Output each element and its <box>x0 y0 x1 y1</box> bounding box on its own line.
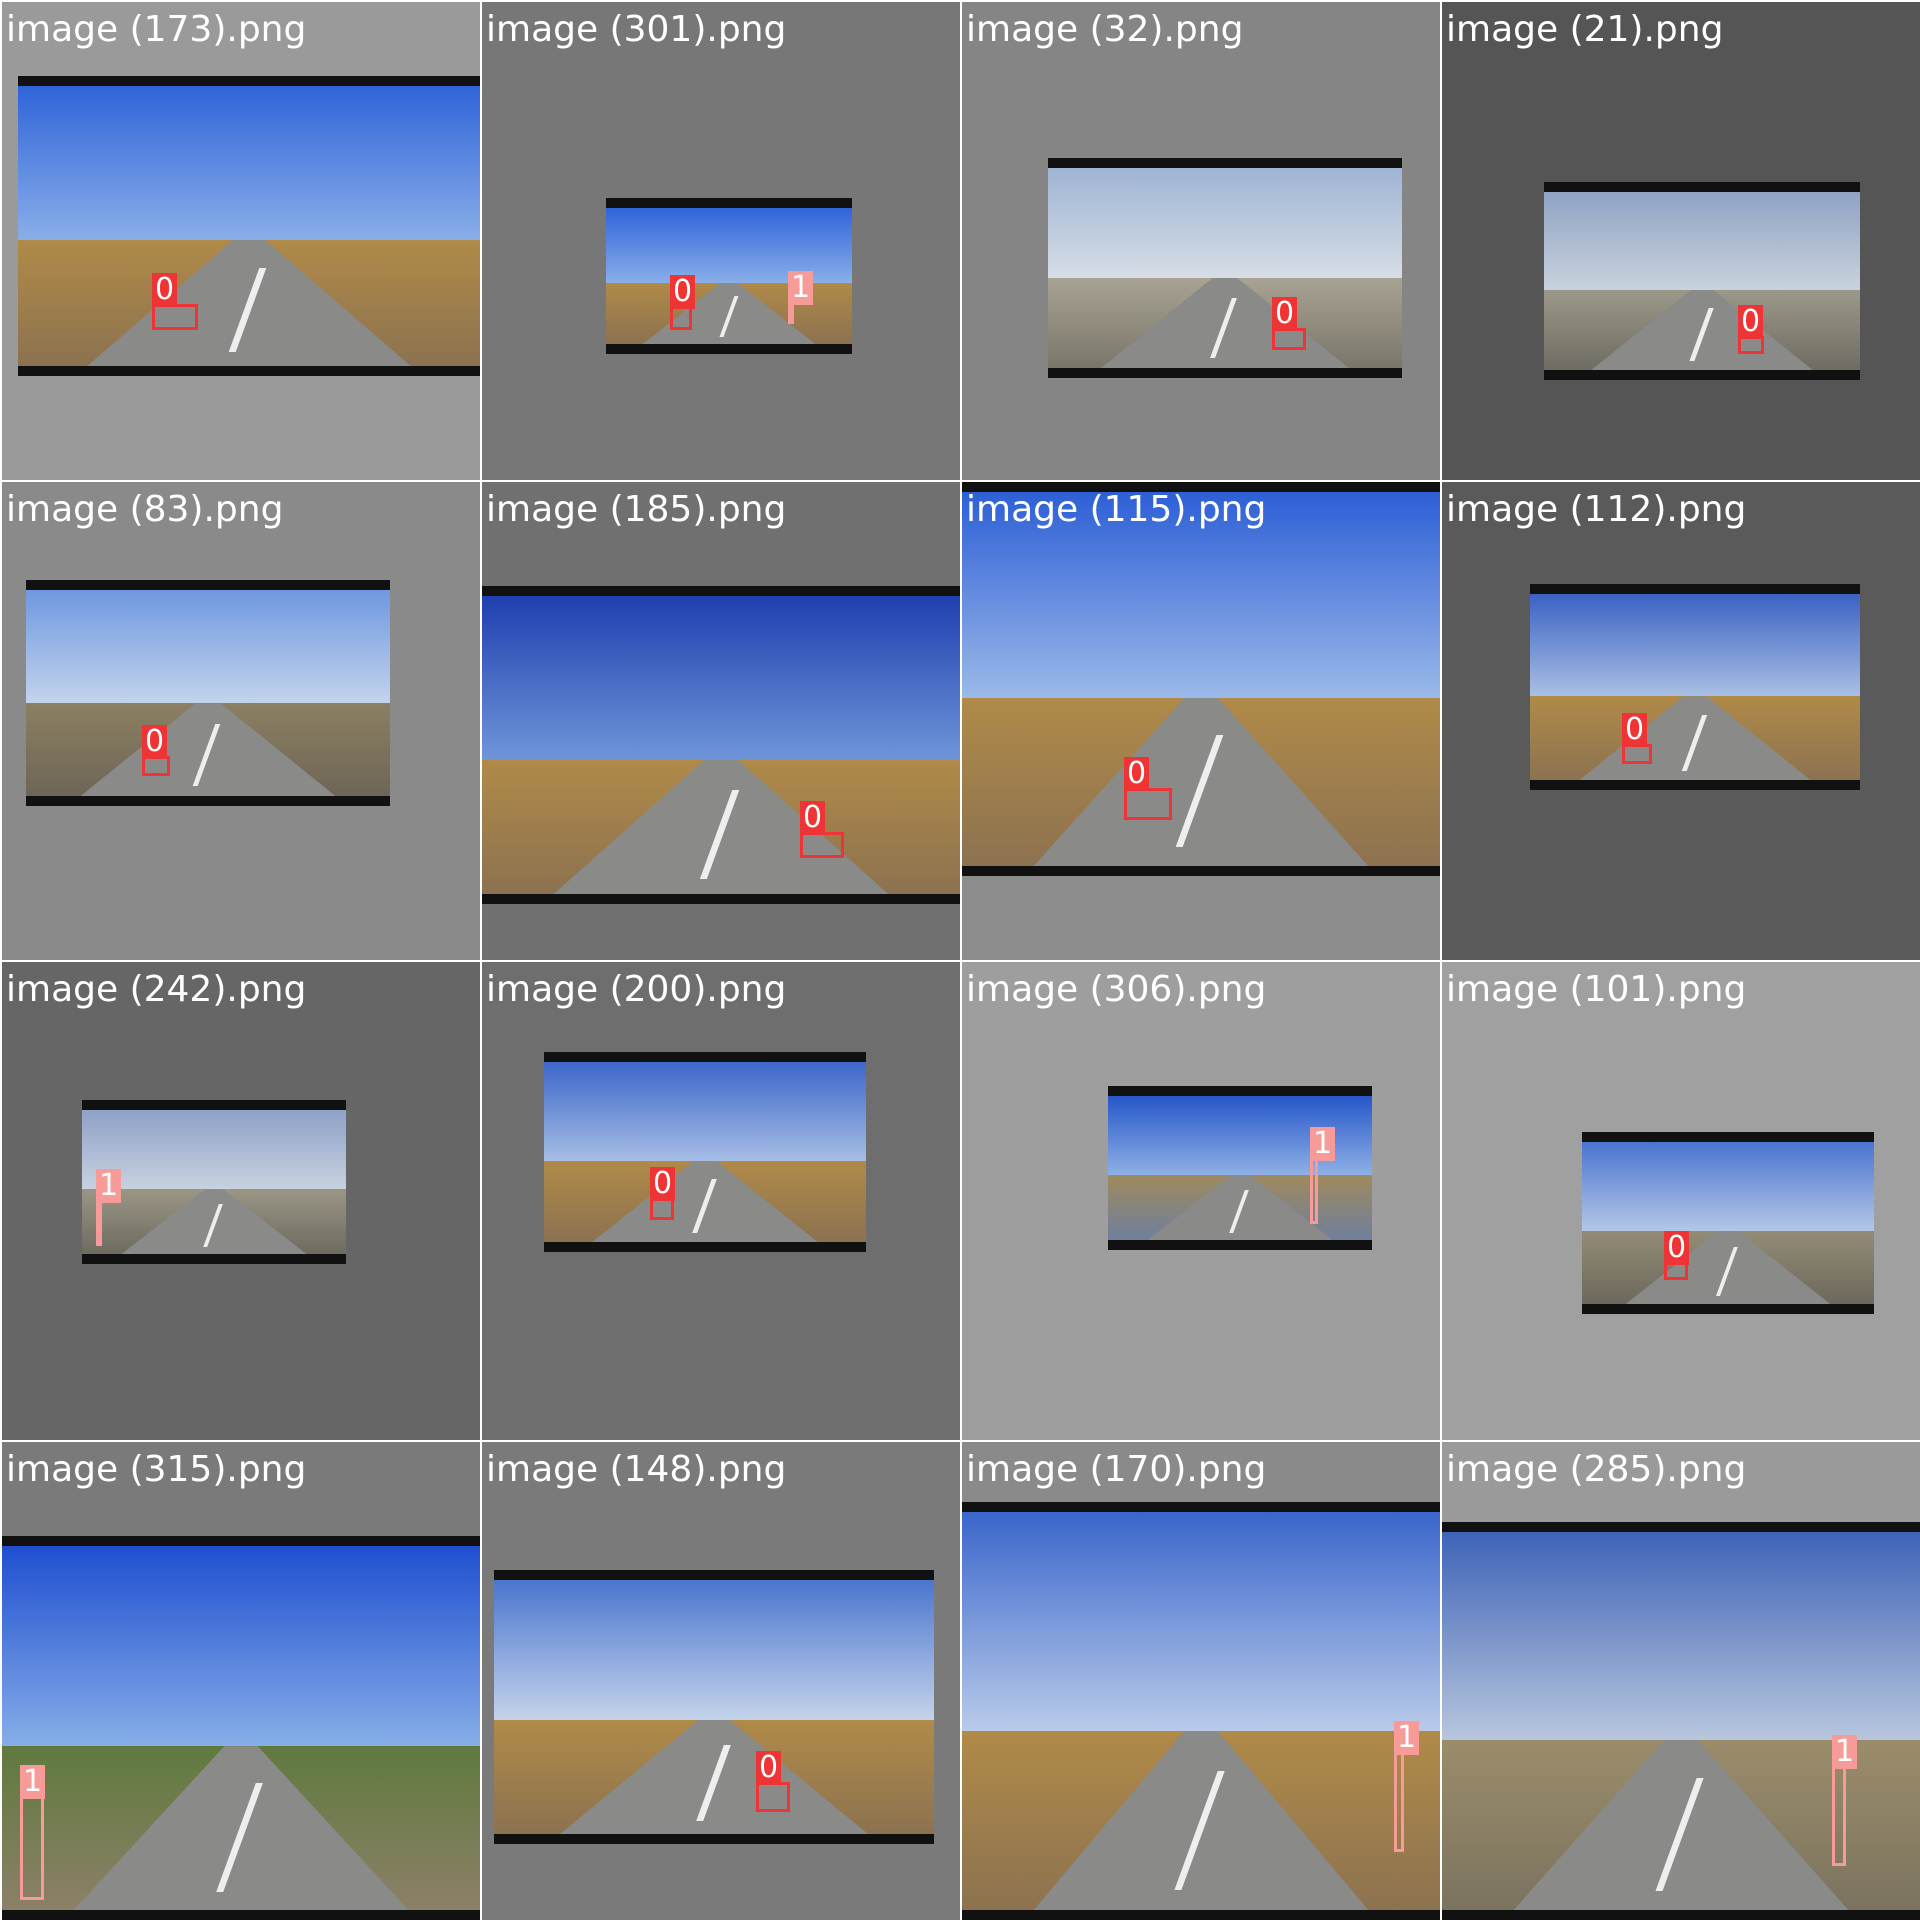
tile-title: image (83).png <box>6 489 284 530</box>
detection-label: 1 <box>1310 1127 1336 1161</box>
detection-label: 0 <box>650 1167 676 1201</box>
tile-title: image (301).png <box>486 9 787 50</box>
road-scene <box>1108 1096 1372 1240</box>
road-scene <box>26 590 390 796</box>
detection-box: 0 <box>670 275 696 330</box>
tile-title: image (112).png <box>1446 489 1747 530</box>
tile-3: image (32).png 0 <box>962 2 1440 480</box>
detection-label: 1 <box>1394 1721 1420 1755</box>
detection-box: 1 <box>96 1169 122 1246</box>
road-scene <box>962 492 1440 866</box>
detection-box: 0 <box>152 273 198 330</box>
detection-label: 0 <box>1664 1231 1690 1265</box>
tile-14: image (148).png 0 <box>482 1442 960 1920</box>
road-scene <box>494 1580 934 1834</box>
dashcam-frame <box>544 1052 866 1252</box>
detection-box: 1 <box>788 271 814 324</box>
dashcam-frame <box>1530 584 1860 790</box>
tile-title: image (170).png <box>966 1449 1267 1490</box>
detection-label: 1 <box>1832 1735 1858 1769</box>
tile-16: image (285).png 1 <box>1442 1442 1920 1920</box>
detection-label: 1 <box>20 1765 46 1799</box>
detection-box: 0 <box>800 801 844 858</box>
road-scene <box>1582 1142 1874 1304</box>
dashcam-frame <box>1544 182 1860 380</box>
detection-label: 0 <box>1622 713 1648 747</box>
tile-title: image (306).png <box>966 969 1267 1010</box>
detection-box: 0 <box>1272 297 1306 350</box>
detection-label: 0 <box>1272 297 1298 331</box>
tile-title: image (242).png <box>6 969 307 1010</box>
detection-box: 0 <box>142 725 170 776</box>
tile-4: image (21).png 0 <box>1442 2 1920 480</box>
detection-label: 0 <box>152 273 178 307</box>
detection-box: 1 <box>1832 1735 1858 1866</box>
tile-title: image (21).png <box>1446 9 1724 50</box>
road-scene <box>18 86 480 366</box>
dashcam-frame <box>962 482 1440 876</box>
tile-5: image (83).png 0 <box>2 482 480 960</box>
dashcam-frame <box>82 1100 346 1264</box>
mosaic-grid: image (173).png 0 image (301).png 0 1 im… <box>0 0 1920 1920</box>
road-scene <box>1442 1532 1920 1910</box>
detection-label: 0 <box>756 1751 782 1785</box>
tile-8: image (112).png 0 <box>1442 482 1920 960</box>
road-scene <box>82 1110 346 1254</box>
road-scene <box>606 208 852 344</box>
dashcam-frame <box>606 198 852 354</box>
detection-box: 0 <box>1738 305 1764 354</box>
tile-title: image (173).png <box>6 9 307 50</box>
detection-box: 0 <box>1664 1231 1690 1280</box>
detection-label: 1 <box>788 271 814 305</box>
dashcam-frame <box>962 1502 1440 1920</box>
detection-label: 0 <box>1124 757 1150 791</box>
dashcam-frame <box>1582 1132 1874 1314</box>
detection-box: 1 <box>1310 1127 1336 1224</box>
detection-label: 0 <box>800 801 826 835</box>
tile-10: image (200).png 0 <box>482 962 960 1440</box>
tile-title: image (148).png <box>486 1449 787 1490</box>
tile-title: image (200).png <box>486 969 787 1010</box>
dashcam-frame <box>1442 1522 1920 1920</box>
detection-label: 0 <box>1738 305 1764 339</box>
tile-15: image (170).png 1 <box>962 1442 1440 1920</box>
tile-title: image (32).png <box>966 9 1244 50</box>
dashcam-frame <box>2 1536 480 1920</box>
tile-6: image (185).png 0 <box>482 482 960 960</box>
road-scene <box>544 1062 866 1242</box>
road-scene <box>962 1512 1440 1910</box>
dashcam-frame <box>26 580 390 806</box>
dashcam-frame <box>482 586 960 904</box>
detection-label: 1 <box>96 1169 122 1203</box>
tile-title: image (185).png <box>486 489 787 530</box>
road-scene <box>1530 594 1860 780</box>
tile-13: image (315).png 1 <box>2 1442 480 1920</box>
tile-title: image (101).png <box>1446 969 1747 1010</box>
tile-title: image (285).png <box>1446 1449 1747 1490</box>
detection-box: 0 <box>756 1751 790 1812</box>
dashcam-frame <box>18 76 480 376</box>
dashcam-frame <box>1048 158 1402 378</box>
road-scene <box>1048 168 1402 368</box>
dashcam-frame <box>1108 1086 1372 1250</box>
tile-2: image (301).png 0 1 <box>482 2 960 480</box>
detection-box: 0 <box>1622 713 1652 764</box>
detection-box: 1 <box>20 1765 46 1900</box>
tile-11: image (306).png 1 <box>962 962 1440 1440</box>
detection-box: 0 <box>1124 757 1172 820</box>
tile-12: image (101).png 0 <box>1442 962 1920 1440</box>
tile-9: image (242).png 1 <box>2 962 480 1440</box>
detection-label: 0 <box>670 275 696 309</box>
tile-7: image (115).png 0 <box>962 482 1440 960</box>
detection-box: 1 <box>1394 1721 1420 1852</box>
road-scene <box>1544 192 1860 370</box>
detection-label: 0 <box>142 725 168 759</box>
road-scene <box>2 1546 480 1910</box>
road-scene <box>482 596 960 894</box>
tile-1: image (173).png 0 <box>2 2 480 480</box>
detection-box: 0 <box>650 1167 676 1220</box>
tile-title: image (315).png <box>6 1449 307 1490</box>
dashcam-frame <box>494 1570 934 1844</box>
tile-title: image (115).png <box>966 489 1267 530</box>
